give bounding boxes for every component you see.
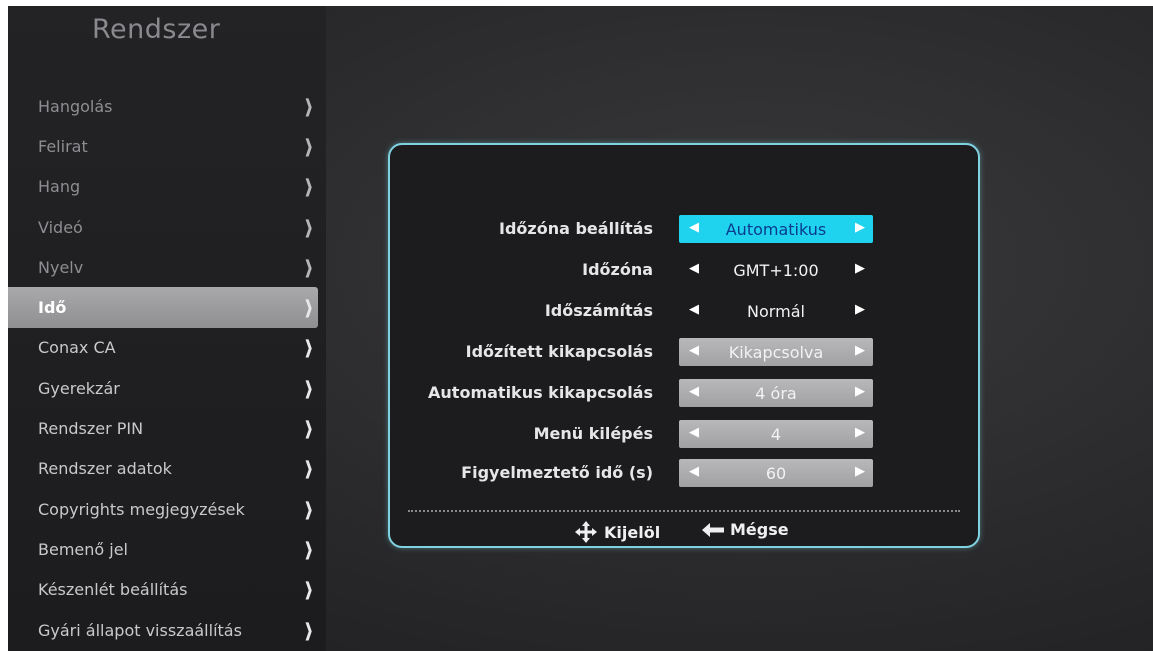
triangle-right-icon[interactable]: ▶	[855, 220, 865, 235]
timezone-selector[interactable]: ◀ GMT+1:00 ▶	[679, 256, 873, 284]
sidebar-item-ido[interactable]: Idő ❱	[8, 287, 318, 328]
chevron-right-icon: ❱	[303, 297, 314, 319]
sidebar-menu: Hangolás ❱ Felirat ❱ Hang ❱ Videó ❱ Nyel…	[8, 86, 326, 650]
daylight-saving-selector[interactable]: ◀ Normál ▶	[679, 297, 873, 325]
sidebar-item-label: Felirat	[38, 136, 88, 156]
sidebar-item-hang[interactable]: Hang ❱	[8, 167, 318, 207]
sidebar-item-label: Videó	[38, 217, 83, 237]
menu-timeout-selector[interactable]: ◀ 4 ▶	[679, 420, 873, 448]
sidebar: Rendszer Hangolás ❱ Felirat ❱ Hang ❱ Vid…	[8, 6, 326, 651]
triangle-right-icon[interactable]: ▶	[855, 302, 865, 317]
sidebar-item-keszenlet[interactable]: Készenlét beállítás ❱	[8, 570, 318, 610]
triangle-right-icon[interactable]: ▶	[855, 384, 865, 399]
tv-screen: Rendszer Hangolás ❱ Felirat ❱ Hang ❱ Vid…	[8, 6, 1153, 651]
chevron-right-icon: ❱	[303, 216, 314, 238]
setting-row-auto-standby: Automatikus kikapcsolás ◀ 4 óra ▶	[390, 379, 978, 407]
sidebar-item-bemeno-jel[interactable]: Bemenő jel ❱	[8, 529, 318, 569]
back-hint-label: Mégse	[730, 520, 789, 539]
setting-value: 4	[770, 425, 782, 444]
setting-value: GMT+1:00	[733, 261, 819, 280]
setting-value: 60	[765, 464, 787, 483]
sidebar-item-label: Rendszer adatok	[38, 459, 172, 479]
setting-label: Időzóna	[582, 260, 653, 279]
setting-label: Menü kilépés	[533, 424, 653, 443]
sidebar-item-label: Idő	[38, 298, 67, 318]
sidebar-item-nyelv[interactable]: Nyelv ❱	[8, 247, 318, 287]
setting-value: 4 óra	[755, 384, 797, 403]
setting-row-warning-time: Figyelmeztető idő (s) ◀ 60 ▶	[390, 459, 978, 487]
chevron-right-icon: ❱	[303, 337, 314, 359]
sidebar-item-video[interactable]: Videó ❱	[8, 207, 318, 247]
sidebar-item-conax-ca[interactable]: Conax CA ❱	[8, 328, 318, 368]
sidebar-item-label: Copyrights megjegyzések	[38, 499, 245, 519]
triangle-right-icon[interactable]: ▶	[855, 261, 865, 276]
key-hints: Kijelöl Mégse	[390, 518, 978, 544]
setting-value: Automatikus	[725, 220, 827, 239]
sidebar-item-label: Rendszer PIN	[38, 419, 144, 439]
sidebar-item-rendszer-pin[interactable]: Rendszer PIN ❱	[8, 408, 318, 448]
chevron-right-icon: ❱	[303, 538, 314, 560]
chevron-right-icon: ❱	[303, 95, 314, 117]
chevron-right-icon: ❱	[303, 458, 314, 480]
setting-value: Normál	[747, 302, 805, 321]
chevron-right-icon: ❱	[303, 377, 314, 399]
arrow-left-icon	[702, 522, 724, 537]
sidebar-item-rendszer-adatok[interactable]: Rendszer adatok ❱	[8, 449, 318, 489]
triangle-right-icon[interactable]: ▶	[855, 464, 865, 479]
sleep-timer-selector[interactable]: ◀ Kikapcsolva ▶	[679, 338, 873, 366]
footer-divider	[408, 510, 960, 512]
four-way-arrows-icon	[575, 521, 597, 543]
setting-label: Automatikus kikapcsolás	[428, 383, 653, 402]
setting-row-daylight-saving: Időszámítás ◀ Normál ▶	[390, 297, 978, 325]
setting-row-timezone: Időzóna ◀ GMT+1:00 ▶	[390, 256, 978, 284]
select-hint: Kijelöl	[574, 520, 660, 544]
warning-time-selector[interactable]: ◀ 60 ▶	[679, 459, 873, 487]
chevron-right-icon: ❱	[303, 418, 314, 440]
chevron-right-icon: ❱	[303, 135, 314, 157]
setting-label: Időzített kikapcsolás	[465, 342, 653, 361]
sidebar-title: Rendszer	[92, 14, 221, 45]
chevron-right-icon: ❱	[303, 256, 314, 278]
setting-row-menu-timeout: Menü kilépés ◀ 4 ▶	[390, 420, 978, 448]
sidebar-item-label: Hang	[38, 177, 81, 197]
sidebar-item-label: Conax CA	[38, 338, 116, 358]
time-settings-panel: Időzóna beállítás ◀ Automatikus ▶ Időzón…	[388, 143, 980, 548]
setting-label: Időzóna beállítás	[499, 219, 653, 238]
sidebar-item-label: Gyári állapot visszaállítás	[38, 620, 242, 640]
triangle-right-icon[interactable]: ▶	[855, 425, 865, 440]
setting-label: Időszámítás	[544, 301, 653, 320]
sidebar-item-felirat[interactable]: Felirat ❱	[8, 126, 318, 166]
setting-row-timezone-mode: Időzóna beállítás ◀ Automatikus ▶	[390, 215, 978, 243]
setting-row-sleep-timer: Időzített kikapcsolás ◀ Kikapcsolva ▶	[390, 338, 978, 366]
sidebar-item-label: Bemenő jel	[38, 539, 128, 559]
chevron-right-icon: ❱	[303, 619, 314, 641]
chevron-right-icon: ❱	[303, 579, 314, 601]
sidebar-item-gyari-allapot[interactable]: Gyári állapot visszaállítás ❱	[8, 610, 318, 650]
auto-standby-selector[interactable]: ◀ 4 óra ▶	[679, 379, 873, 407]
sidebar-item-label: Nyelv	[38, 257, 84, 277]
sidebar-item-label: Hangolás	[38, 96, 113, 116]
sidebar-item-hangolas[interactable]: Hangolás ❱	[8, 86, 318, 126]
sidebar-item-label: Készenlét beállítás	[38, 580, 188, 600]
sidebar-item-gyerekzar[interactable]: Gyerekzár ❱	[8, 368, 318, 408]
select-hint-label: Kijelöl	[604, 522, 661, 542]
timezone-mode-selector[interactable]: ◀ Automatikus ▶	[679, 215, 873, 243]
back-hint: Mégse	[702, 520, 789, 539]
sidebar-item-label: Gyerekzár	[38, 378, 120, 398]
chevron-right-icon: ❱	[303, 176, 314, 198]
setting-value: Kikapcsolva	[728, 343, 824, 362]
setting-label: Figyelmeztető idő (s)	[461, 463, 653, 482]
sidebar-item-copyrights[interactable]: Copyrights megjegyzések ❱	[8, 489, 318, 529]
chevron-right-icon: ❱	[303, 498, 314, 520]
triangle-right-icon[interactable]: ▶	[855, 343, 865, 358]
